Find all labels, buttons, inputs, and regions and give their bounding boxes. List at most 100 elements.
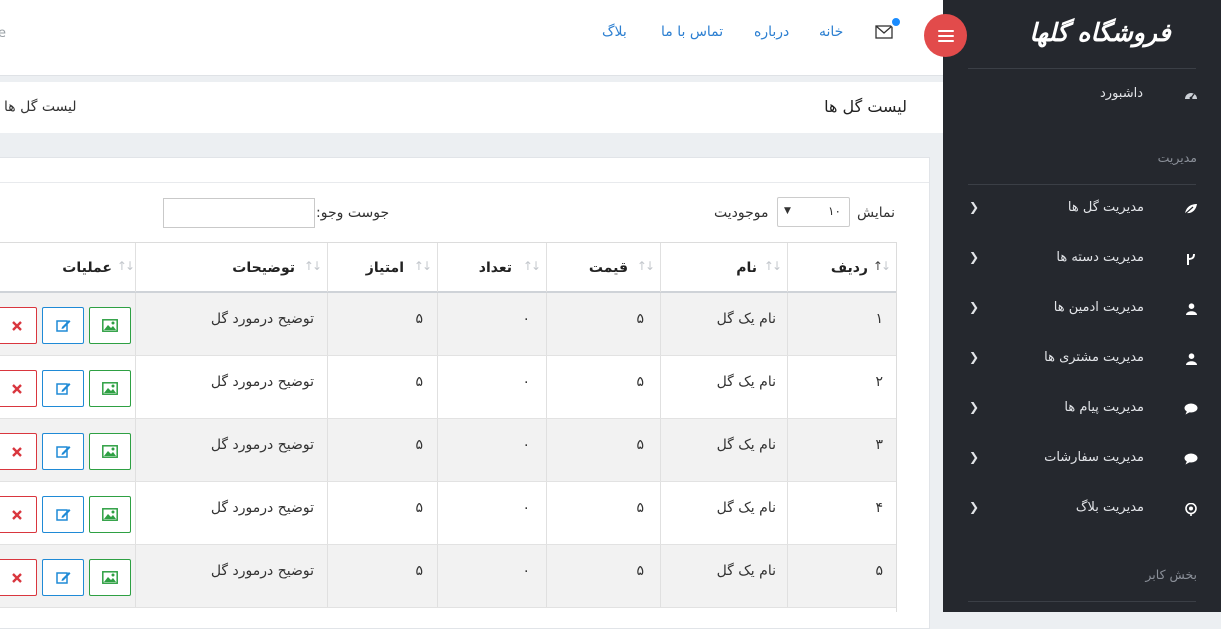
top-navbar: e بلاگ تماس با ما درباره خانه xyxy=(0,0,943,76)
cell-price: ۵ xyxy=(636,500,644,516)
column-header-label: توضیحات xyxy=(232,260,295,276)
sidebar-item-label: داشبورد xyxy=(1100,86,1143,101)
image-button[interactable] xyxy=(89,370,131,407)
sidebar-item-customers[interactable]: مدیریت مشتری ها ❮ xyxy=(943,348,1221,372)
user-icon xyxy=(1183,301,1199,317)
cell-rating: ۵ xyxy=(415,500,423,516)
cell-actions xyxy=(0,419,135,481)
hamburger-icon xyxy=(937,29,954,42)
chevron-left-icon: ❮ xyxy=(969,250,980,264)
cell-description: توضیح درمورد گل xyxy=(210,500,314,516)
image-button[interactable] xyxy=(89,496,131,533)
sidebar-item-flowers[interactable]: مدیریت گل ها ❮ xyxy=(943,198,1221,222)
cell-actions xyxy=(0,482,135,544)
sort-icon: ↑↓ xyxy=(522,259,541,273)
cell-actions xyxy=(0,545,135,607)
column-header-description[interactable]: توضیحات ↑↓ xyxy=(135,243,327,292)
cell-rating: ۵ xyxy=(415,437,423,453)
column-header-label: عملیات xyxy=(62,260,112,276)
sidebar-divider xyxy=(968,68,1196,69)
edit-button[interactable] xyxy=(42,307,84,344)
column-header-actions[interactable]: عملیات ↑↓ xyxy=(0,243,135,292)
notification-badge xyxy=(890,16,902,28)
page-title: لیست گل ها xyxy=(824,97,907,116)
delete-button[interactable] xyxy=(0,559,37,596)
search-label: جوست وجو: xyxy=(316,205,390,221)
column-header-row-number[interactable]: ردیف ↑↓ xyxy=(787,243,897,292)
column-header-name[interactable]: نام ↑↓ xyxy=(660,243,787,292)
page-length-select[interactable]: ۱۰ ▼ xyxy=(777,197,850,227)
sidebar: فروشگاه گلها داشبورد مدیریت مدیریت گل ها… xyxy=(943,0,1221,612)
sidebar-section-user: بخش کابر xyxy=(1145,567,1197,582)
edit-button[interactable] xyxy=(42,433,84,470)
delete-button[interactable] xyxy=(0,307,37,344)
close-icon xyxy=(11,320,22,331)
table-row: ۵ نام یک گل ۵ ۰ ۵ توضیح درمورد گل xyxy=(0,545,897,608)
sidebar-item-orders[interactable]: مدیریت سفارشات ❮ xyxy=(943,448,1221,472)
chat-bubble-icon xyxy=(1183,401,1199,417)
sidebar-item-label: مدیریت ادمین ها xyxy=(1053,300,1144,315)
cell-price: ۵ xyxy=(636,374,644,390)
mail-icon[interactable] xyxy=(875,24,893,39)
close-icon xyxy=(11,446,22,457)
dashboard-icon xyxy=(1183,87,1199,103)
fork-icon xyxy=(1183,251,1199,267)
edit-button[interactable] xyxy=(42,559,84,596)
cell-price: ۵ xyxy=(636,311,644,327)
length-show-label: نمایش xyxy=(857,205,896,221)
cell-name: نام یک گل xyxy=(716,374,776,390)
chevron-left-icon: ❮ xyxy=(969,300,980,314)
chevron-left-icon: ❮ xyxy=(969,450,980,464)
breadcrumb[interactable]: لیست گل ها xyxy=(4,99,77,115)
sort-icon: ↑↓ xyxy=(763,259,782,273)
chat-bubble-icon xyxy=(1183,451,1199,467)
sort-asc-icon: ↑↓ xyxy=(872,259,891,273)
chevron-left-icon: ❮ xyxy=(969,400,980,414)
image-button[interactable] xyxy=(89,433,131,470)
sidebar-item-dashboard[interactable]: داشبورد xyxy=(943,84,1221,108)
column-header-label: ردیف xyxy=(830,260,868,276)
close-icon xyxy=(11,509,22,520)
column-header-rating[interactable]: امتیاز ↑↓ xyxy=(327,243,437,292)
nav-link-blog[interactable]: بلاگ xyxy=(602,24,627,40)
menu-toggle-button[interactable] xyxy=(924,14,967,57)
chevron-left-icon: ❮ xyxy=(969,500,980,514)
leaf-icon xyxy=(1183,201,1199,217)
edit-button[interactable] xyxy=(42,496,84,533)
nav-link-home[interactable]: خانه xyxy=(819,24,843,40)
edit-icon xyxy=(55,320,70,332)
edit-icon xyxy=(55,383,70,395)
table-search-input[interactable] xyxy=(163,198,315,228)
card-header xyxy=(0,158,929,183)
sidebar-item-label: مدیریت پیام ها xyxy=(1064,400,1144,415)
sidebar-item-blog[interactable]: مدیریت بلاگ ❮ xyxy=(943,498,1221,522)
sort-icon: ↑↓ xyxy=(116,259,135,273)
nav-link-contact[interactable]: تماس با ما xyxy=(661,24,723,40)
sidebar-item-label: مدیریت گل ها xyxy=(1067,200,1144,215)
image-button[interactable] xyxy=(89,307,131,344)
column-header-price[interactable]: قیمت ↑↓ xyxy=(546,243,660,292)
sidebar-divider xyxy=(968,184,1196,185)
edit-button[interactable] xyxy=(42,370,84,407)
image-icon xyxy=(102,382,118,395)
delete-button[interactable] xyxy=(0,433,37,470)
sidebar-divider xyxy=(968,601,1196,602)
image-button[interactable] xyxy=(89,559,131,596)
table-row: ۳ نام یک گل ۵ ۰ ۵ توضیح درمورد گل xyxy=(0,419,897,482)
sidebar-item-admins[interactable]: مدیریت ادمین ها ❮ xyxy=(943,298,1221,322)
sidebar-item-messages[interactable]: مدیریت پیام ها ❮ xyxy=(943,398,1221,422)
cell-name: نام یک گل xyxy=(716,563,776,579)
cell-rating: ۵ xyxy=(415,311,423,327)
brand-logo[interactable]: فروشگاه گلها xyxy=(943,18,1221,47)
chevron-left-icon: ❮ xyxy=(969,350,980,364)
sidebar-item-categories[interactable]: مدیریت دسته ها ❮ xyxy=(943,248,1221,272)
sidebar-item-label: مدیریت دسته ها xyxy=(1056,250,1144,265)
cell-price: ۵ xyxy=(636,437,644,453)
delete-button[interactable] xyxy=(0,496,37,533)
dropdown-arrow-icon: ▼ xyxy=(784,206,791,216)
length-entries-label: موجودیت xyxy=(714,205,769,221)
nav-link-about[interactable]: درباره xyxy=(754,24,789,40)
cell-row-number: ۱ xyxy=(875,311,883,327)
delete-button[interactable] xyxy=(0,370,37,407)
column-header-quantity[interactable]: تعداد ↑↓ xyxy=(437,243,546,292)
